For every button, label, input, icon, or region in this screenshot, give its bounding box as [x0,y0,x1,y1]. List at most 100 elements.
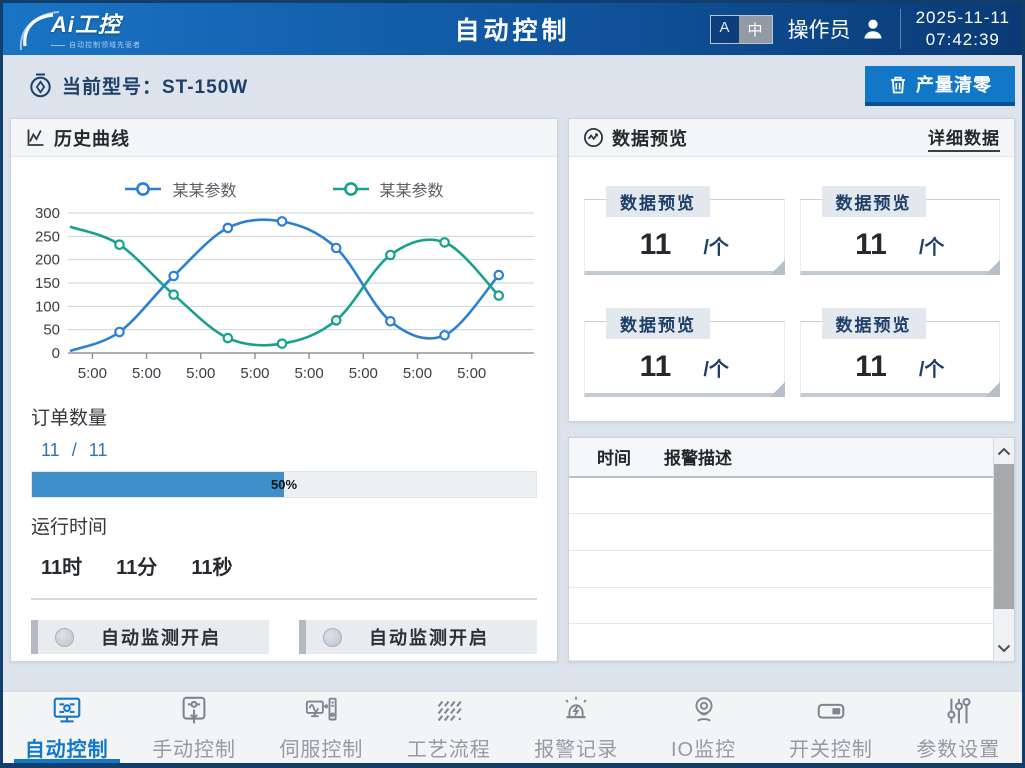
nav-item-io-monitor[interactable]: IO监控 [640,692,767,763]
alarm-column-description: 报警描述 [664,444,732,469]
card-fold-corner [770,382,785,397]
order-progress-bar: 50% [31,471,537,498]
history-curve-panel: 历史曲线 某某参数 某某参数 0501001502002503005:005:0… [10,118,558,662]
logo-tagline: 自动控制领域先驱者 [51,40,141,50]
legend-marker-series2 [332,181,370,197]
nav-item-auto-control[interactable]: 自动控制 [3,692,130,763]
bottom-navigation: 自动控制 手动控制 [3,691,1022,763]
logo-title: Ai工控 [51,7,141,39]
nav-item-switch-control[interactable]: 开关控制 [767,692,894,763]
svg-text:50: 50 [43,322,60,339]
nav-item-manual-control[interactable]: 手动控制 [130,692,257,763]
auto-control-icon [49,694,85,728]
clear-production-button[interactable]: 产量清零 [865,66,1015,106]
preview-card-unit: /个 [919,231,945,260]
preview-card-label: 数据预览 [822,308,926,339]
param-settings-icon [940,694,976,728]
scrollbar-thumb[interactable] [994,464,1014,609]
curve-chart-icon [25,127,46,148]
runtime-values: 11时 11分 11秒 [41,551,537,580]
preview-card-3: 数据预览 11 /个 [584,321,785,397]
svg-text:5:00: 5:00 [403,365,432,382]
data-preview-panel: 数据预览 详细数据 数据预览 11 /个 数据预览 11 /个 [568,118,1015,422]
hmi-screen: Ai工控 自动控制领域先驱者 自动控制 A 中 操作员 2025-11 [0,0,1025,768]
legend-marker-series1 [124,181,162,197]
manual-control-icon [176,694,212,728]
preview-card-label: 数据预览 [606,186,710,217]
date-label: 2025-11-11 [916,7,1010,29]
alarm-table-header: 时间 报警描述 [569,438,993,478]
order-separator: / [72,440,77,461]
runtime-minutes: 11分 [116,551,157,580]
section-divider [31,598,537,600]
order-section: 订单数量 11 / 11 50% 运行时间 11时 11分 11秒 自动监测开启 [11,403,557,654]
chart-legend: 某某参数 某某参数 [11,177,557,201]
svg-text:5:00: 5:00 [78,365,107,382]
user-block[interactable]: 操作员 [788,14,885,44]
runtime-seconds: 11秒 [191,551,232,580]
card-fold-corner [985,260,1000,275]
logo: Ai工控 自动控制领域先驱者 [13,7,141,53]
legend-entry-series1: 某某参数 [124,177,236,201]
legend-entry-series2: 某某参数 [332,177,444,201]
preview-card-unit: /个 [919,353,945,382]
svg-text:5:00: 5:00 [295,365,324,382]
progress-fill [32,472,284,497]
svg-text:0: 0 [52,345,60,362]
legend-label-series2: 某某参数 [380,177,444,201]
nav-item-process-flow[interactable]: 工艺流程 [385,692,512,763]
nav-item-param-settings[interactable]: 参数设置 [895,692,1022,763]
preview-card-1: 数据预览 11 /个 [584,199,785,275]
svg-text:5:00: 5:00 [240,365,269,382]
table-row [569,624,993,661]
time-label: 07:42:39 [916,29,1010,51]
scroll-up-button[interactable] [994,438,1014,464]
detail-data-link[interactable]: 详细数据 [928,124,1000,152]
scroll-down-button[interactable] [994,635,1014,661]
user-icon [861,17,885,41]
io-monitor-icon [686,694,722,728]
svg-text:150: 150 [35,275,60,292]
alarm-record-icon [558,694,594,728]
language-option-en[interactable]: A [711,16,739,43]
table-row [569,514,993,551]
page-title: 自动控制 [454,11,570,47]
language-option-zh[interactable]: 中 [739,16,772,43]
table-row [569,588,993,625]
preview-card-unit: /个 [703,231,729,260]
history-chart: 0501001502002503005:005:005:005:005:005:… [22,205,546,389]
alarm-scrollbar[interactable] [993,438,1014,661]
active-tab-underline [14,759,120,763]
svg-text:250: 250 [35,228,60,245]
toggle-indicator-icon [323,628,342,647]
servo-control-icon [303,694,339,728]
card-fold-corner [770,260,785,275]
nav-item-servo-control[interactable]: 伺服控制 [258,692,385,763]
table-row [569,478,993,515]
preview-panel-header: 数据预览 详细数据 [569,119,1014,157]
svg-text:5:00: 5:00 [349,365,378,382]
svg-text:300: 300 [35,205,60,222]
preview-card-value: 11 [640,228,672,262]
preview-card-label: 数据预览 [822,186,926,217]
preview-card-4: 数据预览 11 /个 [800,321,1001,397]
alarm-table-panel: 时间 报警描述 [568,437,1015,662]
datetime-block: 2025-11-11 07:42:39 [916,7,1014,51]
auto-monitor-toggle-2[interactable]: 自动监测开启 [299,620,537,654]
order-current: 11 [41,440,60,461]
nav-item-alarm-record[interactable]: 报警记录 [513,692,640,763]
preview-panel-title: 数据预览 [612,125,688,151]
current-model-row: 当前型号：ST-150W [28,72,248,99]
preview-cards-grid: 数据预览 11 /个 数据预览 11 /个 数据预览 11 /个 [569,157,1014,397]
history-panel-title: 历史曲线 [54,125,130,151]
order-total: 11 [89,440,108,461]
header-bar: Ai工控 自动控制领域先驱者 自动控制 A 中 操作员 2025-11 [3,3,1022,55]
process-flow-icon [431,694,467,728]
runtime-title: 运行时间 [31,512,537,539]
language-switch[interactable]: A 中 [710,15,773,44]
preview-card-2: 数据预览 11 /个 [800,199,1001,275]
preview-card-value: 11 [640,350,672,384]
chevron-down-icon [997,644,1011,653]
user-role-label: 操作员 [788,14,851,44]
auto-monitor-toggle-1[interactable]: 自动监测开启 [31,620,269,654]
